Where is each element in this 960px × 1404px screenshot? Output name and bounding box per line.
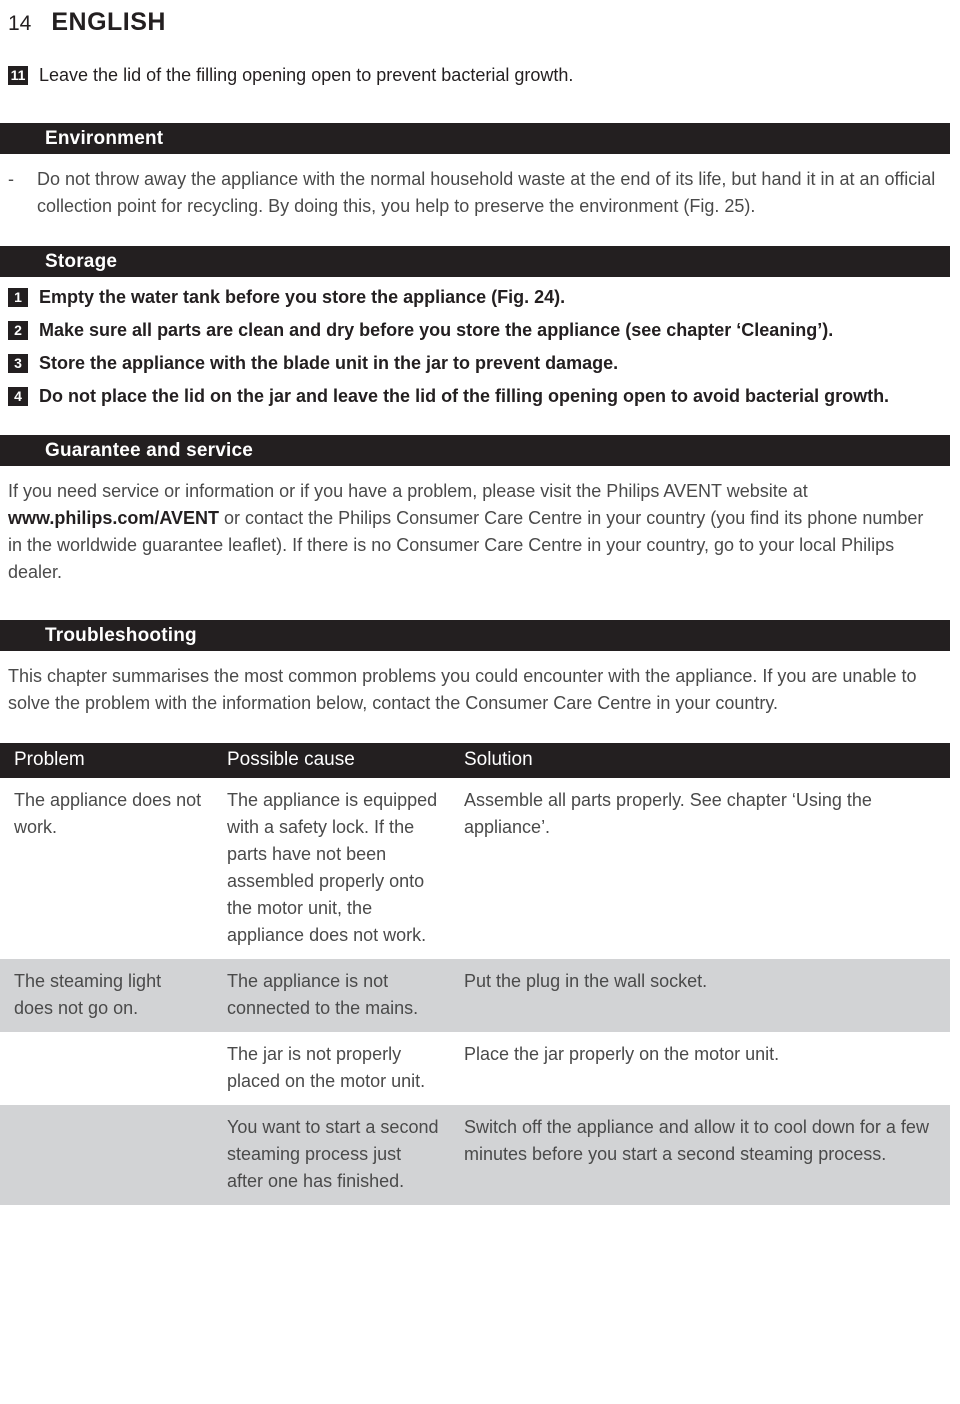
environment-body-text: Do not throw away the appliance with the…: [37, 169, 936, 216]
column-header-solution: Solution: [450, 743, 950, 778]
cell-solution: Place the jar properly on the motor unit…: [450, 1032, 950, 1105]
step-number-badge: 2: [8, 321, 28, 340]
page-header: 14 ENGLISH: [0, 0, 960, 37]
section-header-guarantee-and-service: Guarantee and service: [0, 435, 950, 466]
environment-bullet: - Do not throw away the appliance with t…: [0, 166, 960, 220]
step-text: Store the appliance with the blade unit …: [39, 353, 619, 373]
step-text: Leave the lid of the filling opening ope…: [39, 65, 574, 85]
storage-step-2: 2 Make sure all parts are clean and dry …: [0, 318, 960, 342]
step-text: Make sure all parts are clean and dry be…: [39, 320, 834, 340]
cell-problem: [0, 1105, 213, 1205]
cell-problem: The steaming light does not go on.: [0, 959, 213, 1032]
step-number-badge: 11: [8, 66, 28, 85]
section-title: Storage: [45, 251, 118, 272]
section-header-storage: Storage: [0, 246, 950, 277]
troubleshooting-intro-paragraph: This chapter summarises the most common …: [8, 666, 917, 713]
cell-cause: The appliance is not connected to the ma…: [213, 959, 450, 1032]
page-number: 14: [8, 12, 32, 35]
guarantee-text-part-1: If you need service or information or if…: [8, 481, 808, 501]
table-row: The jar is not properly placed on the mo…: [0, 1032, 950, 1105]
table-header-row: Problem Possible cause Solution: [0, 743, 950, 778]
cell-solution: Put the plug in the wall socket.: [450, 959, 950, 1032]
cell-cause: The appliance is equipped with a safety …: [213, 778, 450, 959]
table-row: The steaming light does not go on. The a…: [0, 959, 950, 1032]
table-row: You want to start a second steaming proc…: [0, 1105, 950, 1205]
manual-page: 14 ENGLISH 11 Leave the lid of the filli…: [0, 0, 960, 1404]
section-title: Guarantee and service: [45, 440, 254, 461]
storage-step-1: 1 Empty the water tank before you store …: [0, 285, 960, 309]
troubleshooting-table: Problem Possible cause Solution The appl…: [0, 743, 950, 1205]
philips-avent-website: www.philips.com/AVENT: [8, 508, 220, 528]
cell-solution: Switch off the appliance and allow it to…: [450, 1105, 950, 1205]
section-title: Environment: [45, 128, 164, 149]
step-text: Do not place the lid on the jar and leav…: [39, 386, 890, 406]
step-number-badge: 1: [8, 288, 28, 307]
step-number-badge: 4: [8, 387, 28, 406]
storage-step-4: 4 Do not place the lid on the jar and le…: [0, 384, 960, 408]
bullet-dash-icon: -: [8, 169, 14, 189]
guarantee-body-paragraph: If you need service or information or if…: [0, 478, 960, 586]
step-text: Empty the water tank before you store th…: [39, 287, 566, 307]
section-header-environment: Environment: [0, 123, 950, 154]
section-title: Troubleshooting: [45, 625, 197, 646]
table-body: The appliance does not work. The applian…: [0, 778, 950, 1205]
cell-cause: You want to start a second steaming proc…: [213, 1105, 450, 1205]
cell-cause: The jar is not properly placed on the mo…: [213, 1032, 450, 1105]
step-item: 11 Leave the lid of the filling opening …: [0, 63, 960, 87]
cell-problem: The appliance does not work.: [0, 778, 213, 959]
table-header: Problem Possible cause Solution: [0, 743, 950, 778]
column-header-possible-cause: Possible cause: [213, 743, 450, 778]
table-row: The appliance does not work. The applian…: [0, 778, 950, 959]
storage-step-3: 3 Store the appliance with the blade uni…: [0, 351, 960, 375]
cell-solution: Assemble all parts properly. See chapter…: [450, 778, 950, 959]
page-language-title: ENGLISH: [51, 8, 166, 36]
column-header-problem: Problem: [0, 743, 213, 778]
section-header-troubleshooting: Troubleshooting: [0, 620, 950, 651]
step-number-badge: 3: [8, 354, 28, 373]
cell-problem: [0, 1032, 213, 1105]
